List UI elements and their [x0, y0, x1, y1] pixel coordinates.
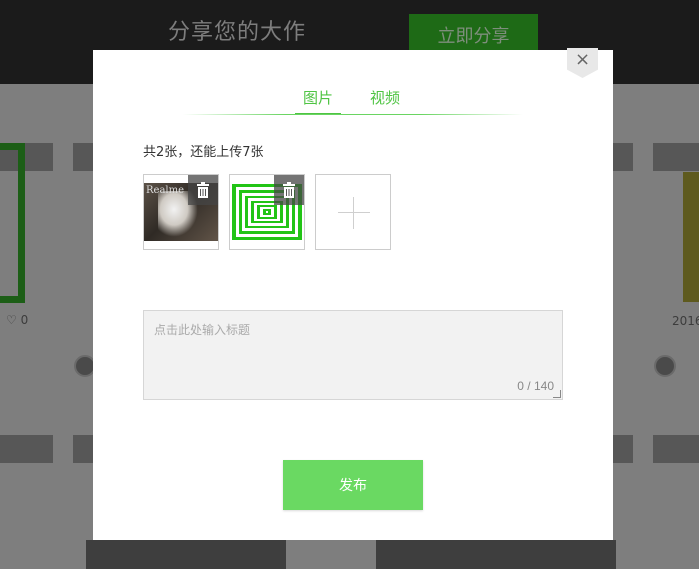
card-header-bar: [613, 435, 633, 463]
tab-pictures[interactable]: 图片: [295, 87, 342, 115]
close-button[interactable]: ×: [567, 48, 598, 78]
resize-handle[interactable]: [553, 390, 561, 398]
tab-video[interactable]: 视频: [370, 87, 400, 115]
card-thumbnail: [86, 540, 286, 569]
publish-button[interactable]: 发布: [283, 460, 423, 510]
card-thumbnail: [0, 143, 25, 303]
thumbnail-item[interactable]: [229, 174, 305, 250]
card-thumbnail: [376, 540, 616, 569]
like-counter[interactable]: ♡ 0: [6, 313, 28, 327]
card-header-bar: [653, 435, 699, 463]
upload-count-text: 共2张，还能上传7张: [143, 145, 264, 160]
add-image-button[interactable]: [315, 174, 391, 250]
title-input[interactable]: [144, 311, 562, 399]
photo-watermark: Realme: [146, 185, 185, 196]
card-thumbnail: [683, 172, 699, 302]
avatar[interactable]: [654, 355, 676, 377]
card-header-bar: [73, 435, 93, 463]
thumbnail-item[interactable]: Realme: [143, 174, 219, 250]
title-input-box[interactable]: 0 / 140: [143, 310, 563, 400]
card-header-bar: [0, 435, 53, 463]
close-icon: ×: [574, 49, 591, 70]
header-tagline: 分享您的大作: [168, 20, 307, 45]
card-date: 2016: [672, 314, 699, 328]
character-counter: 0 / 140: [517, 379, 554, 393]
delete-button[interactable]: [188, 175, 218, 205]
like-count: 0: [20, 313, 29, 327]
trash-icon: [197, 182, 209, 198]
trash-icon: [283, 182, 295, 198]
media-tabs: 图片 视频: [183, 87, 523, 115]
share-dialog: × 图片 视频 共2张，还能上传7张 Realme 点击此处输入标题 0 / 1…: [93, 48, 613, 540]
delete-button[interactable]: [274, 175, 304, 205]
card-header-bar: [613, 143, 633, 171]
card-header-bar: [653, 143, 699, 171]
